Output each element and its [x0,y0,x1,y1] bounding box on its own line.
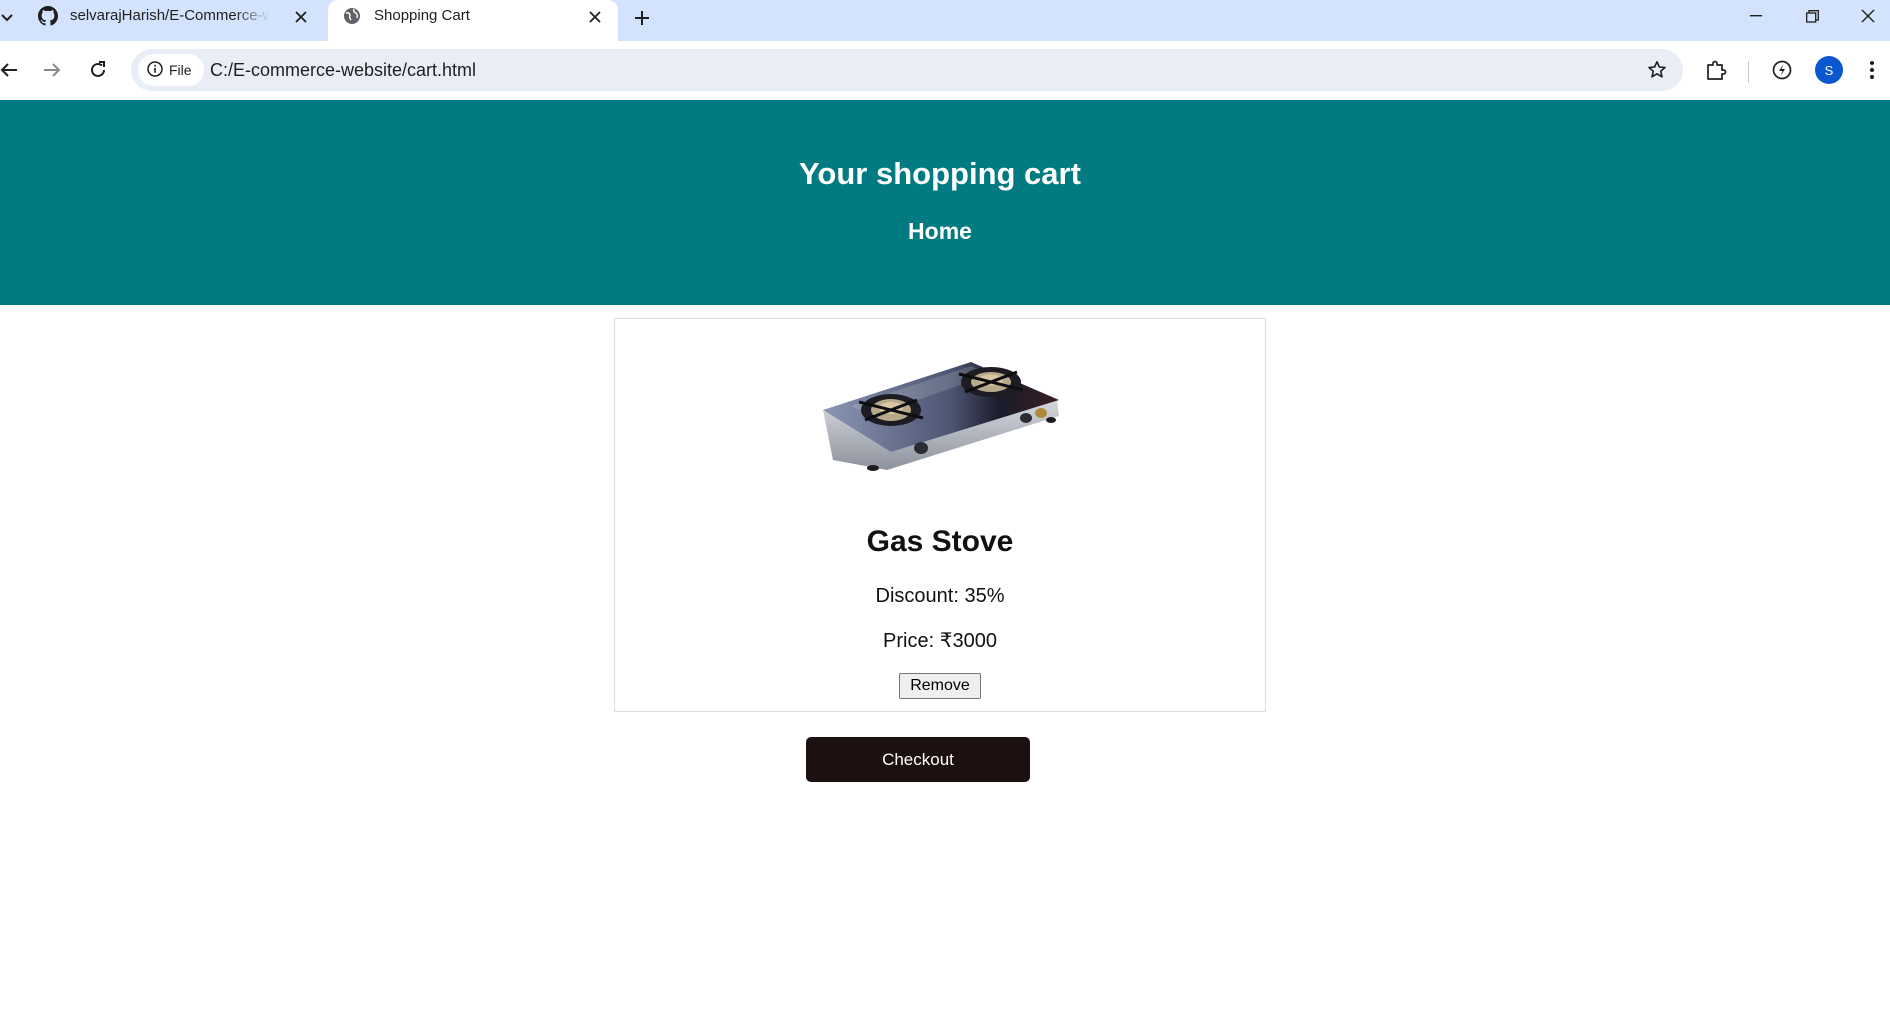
restore-window-icon[interactable] [1785,0,1839,32]
url-text[interactable]: C:/E-commerce-website/cart.html [210,60,476,81]
tab-title: Shopping Cart [374,7,470,24]
cart-item-card: Gas Stove Discount: 35% Price: ₹3000 Rem… [614,318,1266,712]
gas-stove-image [821,352,1063,478]
address-bar[interactable]: File C:/E-commerce-website/cart.html [131,49,1683,91]
remove-button[interactable]: Remove [899,673,981,699]
more-menu-icon[interactable] [1858,56,1886,84]
tab-github[interactable]: selvarajHarish/E-Commerce-website [24,0,324,41]
browser-tabstrip: selvarajHarish/E-Commerce-website Shoppi… [0,0,1890,41]
product-price: Price: ₹3000 [883,630,997,652]
performance-icon[interactable] [1768,56,1796,84]
bookmark-star-icon[interactable] [1645,58,1669,82]
info-icon [147,60,163,80]
tab-shopping-cart[interactable]: Shopping Cart [328,0,618,41]
forward-arrow-icon[interactable] [37,55,67,85]
home-link[interactable]: Home [0,218,1880,245]
new-tab-plus-icon[interactable] [630,6,654,30]
profile-avatar[interactable]: S [1815,56,1843,84]
toolbar-divider [1748,61,1749,83]
minimize-icon[interactable] [1729,0,1783,32]
page-header: Your shopping cart Home [0,100,1890,305]
close-window-icon[interactable] [1841,0,1890,32]
tab-search-chevron-icon[interactable] [0,8,14,28]
extensions-puzzle-icon[interactable] [1702,56,1730,84]
site-info-chip[interactable]: File [138,54,204,86]
close-tab-icon[interactable] [290,6,312,28]
checkout-button[interactable]: Checkout [806,737,1030,782]
back-arrow-icon[interactable] [0,55,24,85]
product-discount: Discount: 35% [875,585,1005,607]
browser-toolbar: File C:/E-commerce-website/cart.html S [0,41,1890,100]
github-icon [38,6,58,26]
product-name: Gas Stove [866,525,1014,558]
close-tab-icon[interactable] [584,6,606,28]
reload-icon[interactable] [83,55,113,85]
globe-icon [342,6,362,26]
tab-title: selvarajHarish/E-Commerce-website [70,7,270,24]
page-title: Your shopping cart [799,156,1081,191]
security-chip-label: File [169,62,192,78]
